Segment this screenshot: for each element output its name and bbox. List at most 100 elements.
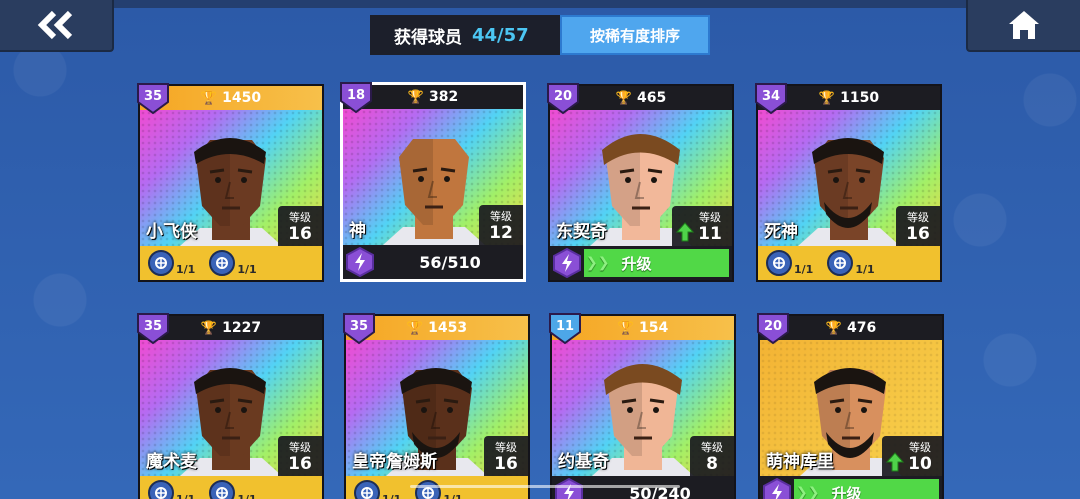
header-bar: 获得球员 44/57 按稀有度排序	[370, 15, 710, 55]
top-edge	[0, 0, 1080, 8]
upgrade-row: ❯❯ 升级	[550, 246, 732, 280]
rank-value: 35	[349, 318, 369, 334]
rank-badge: 11	[546, 310, 584, 346]
skill-count: 1/1	[443, 493, 462, 499]
shard-progress: 56/510	[343, 245, 523, 279]
dribble-icon	[148, 250, 174, 276]
skill-slot[interactable]: 1/1	[209, 250, 257, 276]
rank-badge: 35	[134, 80, 172, 116]
player-name: 死神	[764, 222, 798, 242]
level-box: 等级 16	[278, 206, 322, 246]
skill-count: 1/1	[794, 263, 814, 276]
player-card[interactable]: 20 🏆 465 东契奇 等级 11 ❯❯ 升级	[547, 83, 734, 282]
shard-count: 56/510	[419, 252, 481, 272]
players-collected-label: 获得球员	[394, 27, 462, 48]
rank-value: 18	[346, 87, 366, 103]
rank-badge: 20	[754, 310, 792, 346]
players-collected-count: 44/57	[472, 24, 529, 46]
skills-bar: 1/1 1/1	[758, 246, 940, 280]
player-card[interactable]: 34 🏆 1150 死神 等级 16 1/1 1/1	[755, 83, 942, 282]
upgrade-button[interactable]: ❯❯ 升级	[794, 479, 939, 499]
trophy-count: 476	[846, 320, 877, 336]
upgrade-row: ❯❯ 升级	[760, 476, 942, 499]
trophy-icon: 🏆	[818, 90, 836, 106]
skill-slot[interactable]: 1/1	[354, 480, 401, 499]
player-card[interactable]: 11 🏆 154 约基奇 等级 8 50/240	[549, 313, 736, 499]
sort-by-rarity-button[interactable]: 按稀有度排序	[560, 15, 710, 55]
skill-slot[interactable]: 1/1	[415, 480, 463, 499]
player-name: 小飞侠	[146, 222, 197, 242]
home-icon	[1009, 11, 1039, 39]
trophy-count: 382	[428, 89, 459, 105]
upgrade-label: 升级	[831, 484, 862, 499]
skill-slot[interactable]: 1/1	[148, 250, 195, 276]
skill-count: 1/1	[855, 263, 875, 276]
trophy-icon: 🏆	[406, 320, 424, 336]
player-portrait: 皇帝詹姆斯 等级 16	[346, 340, 528, 476]
level-value: 16	[288, 224, 312, 244]
level-box: 等级 8	[690, 436, 734, 476]
skill-count: 1/1	[176, 493, 195, 499]
player-card[interactable]: 20 🏆 476 萌神库里 等级 10 ❯❯ 升级	[757, 313, 944, 499]
dunk-icon	[766, 250, 792, 276]
upgrade-arrow-icon	[676, 222, 694, 242]
home-button[interactable]	[966, 0, 1080, 52]
player-portrait: 约基奇 等级 8	[552, 340, 734, 476]
trophy-icon: 🏆	[825, 320, 842, 336]
trophy-count: 1227	[222, 320, 262, 336]
player-card[interactable]: 35 🏆 1450 小飞侠 等级 16 1/1 1/1	[137, 83, 324, 282]
players-collected: 获得球员 44/57	[370, 15, 560, 55]
level-label: 等级	[289, 211, 311, 224]
skill-count: 1/1	[176, 263, 196, 276]
rank-value: 35	[143, 318, 163, 334]
player-portrait: 死神 等级 16	[758, 110, 940, 246]
skill-count: 1/1	[382, 493, 401, 499]
level-value: 16	[494, 454, 518, 474]
shard-icon	[550, 246, 584, 280]
trophy-count: 1450	[222, 90, 262, 106]
player-card[interactable]: 18 🏆 382 神 等级 12 56/510	[340, 82, 526, 282]
shard-icon	[760, 476, 794, 499]
rank-value: 20	[763, 318, 783, 334]
skill-slot[interactable]: 1/1	[766, 250, 813, 276]
scrollbar[interactable]	[410, 485, 680, 488]
trophy-count: 465	[636, 90, 667, 106]
level-value: 16	[906, 224, 930, 244]
player-portrait: 萌神库里 等级 10	[760, 340, 942, 476]
player-portrait: 小飞侠 等级 16	[140, 110, 322, 246]
player-card[interactable]: 35 🏆 1453 皇帝詹姆斯 等级 16	[343, 313, 530, 499]
rank-badge: 20	[544, 80, 582, 116]
rank-badge: 34	[752, 80, 790, 116]
upgrade-button[interactable]: ❯❯ 升级	[584, 249, 729, 277]
player-portrait: 魔术麦 等级 16	[140, 340, 322, 476]
trophy-count: 1150	[840, 90, 880, 106]
skill-count: 1/1	[237, 493, 256, 499]
level-box: 等级 12	[479, 205, 523, 245]
skill-count: 1/1	[237, 263, 257, 276]
skill-slot[interactable]: 1/1	[148, 480, 195, 499]
level-box: 等级 10	[882, 436, 942, 476]
player-card[interactable]: 35 🏆 1227 魔术麦 等级 16	[137, 313, 324, 499]
pass-icon	[209, 250, 236, 276]
level-box: 等级 16	[896, 206, 940, 246]
block-icon	[827, 250, 854, 276]
upgrade-arrow-icon	[886, 452, 904, 472]
skill-slot[interactable]: 1/1	[209, 480, 257, 499]
level-value: 16	[288, 454, 312, 474]
level-box: 等级 16	[278, 436, 322, 476]
chevron-right-icon: ❯❯	[796, 485, 820, 499]
level-label: 等级	[701, 441, 723, 454]
player-name: 东契奇	[556, 222, 607, 242]
level-label: 等级	[495, 441, 517, 454]
skill-slot[interactable]: 1/1	[827, 250, 875, 276]
level-value: 8	[706, 454, 718, 474]
player-portrait: 神 等级 12	[343, 109, 523, 245]
rank-badge: 18	[337, 79, 375, 115]
skill-icon	[354, 480, 380, 499]
trophy-icon: 🏆	[200, 90, 218, 106]
player-name: 约基奇	[558, 452, 609, 472]
back-button[interactable]	[0, 0, 114, 52]
player-name: 萌神库里	[766, 452, 834, 472]
skills-bar: 1/1 1/1	[140, 476, 322, 499]
shard-icon	[343, 245, 377, 279]
